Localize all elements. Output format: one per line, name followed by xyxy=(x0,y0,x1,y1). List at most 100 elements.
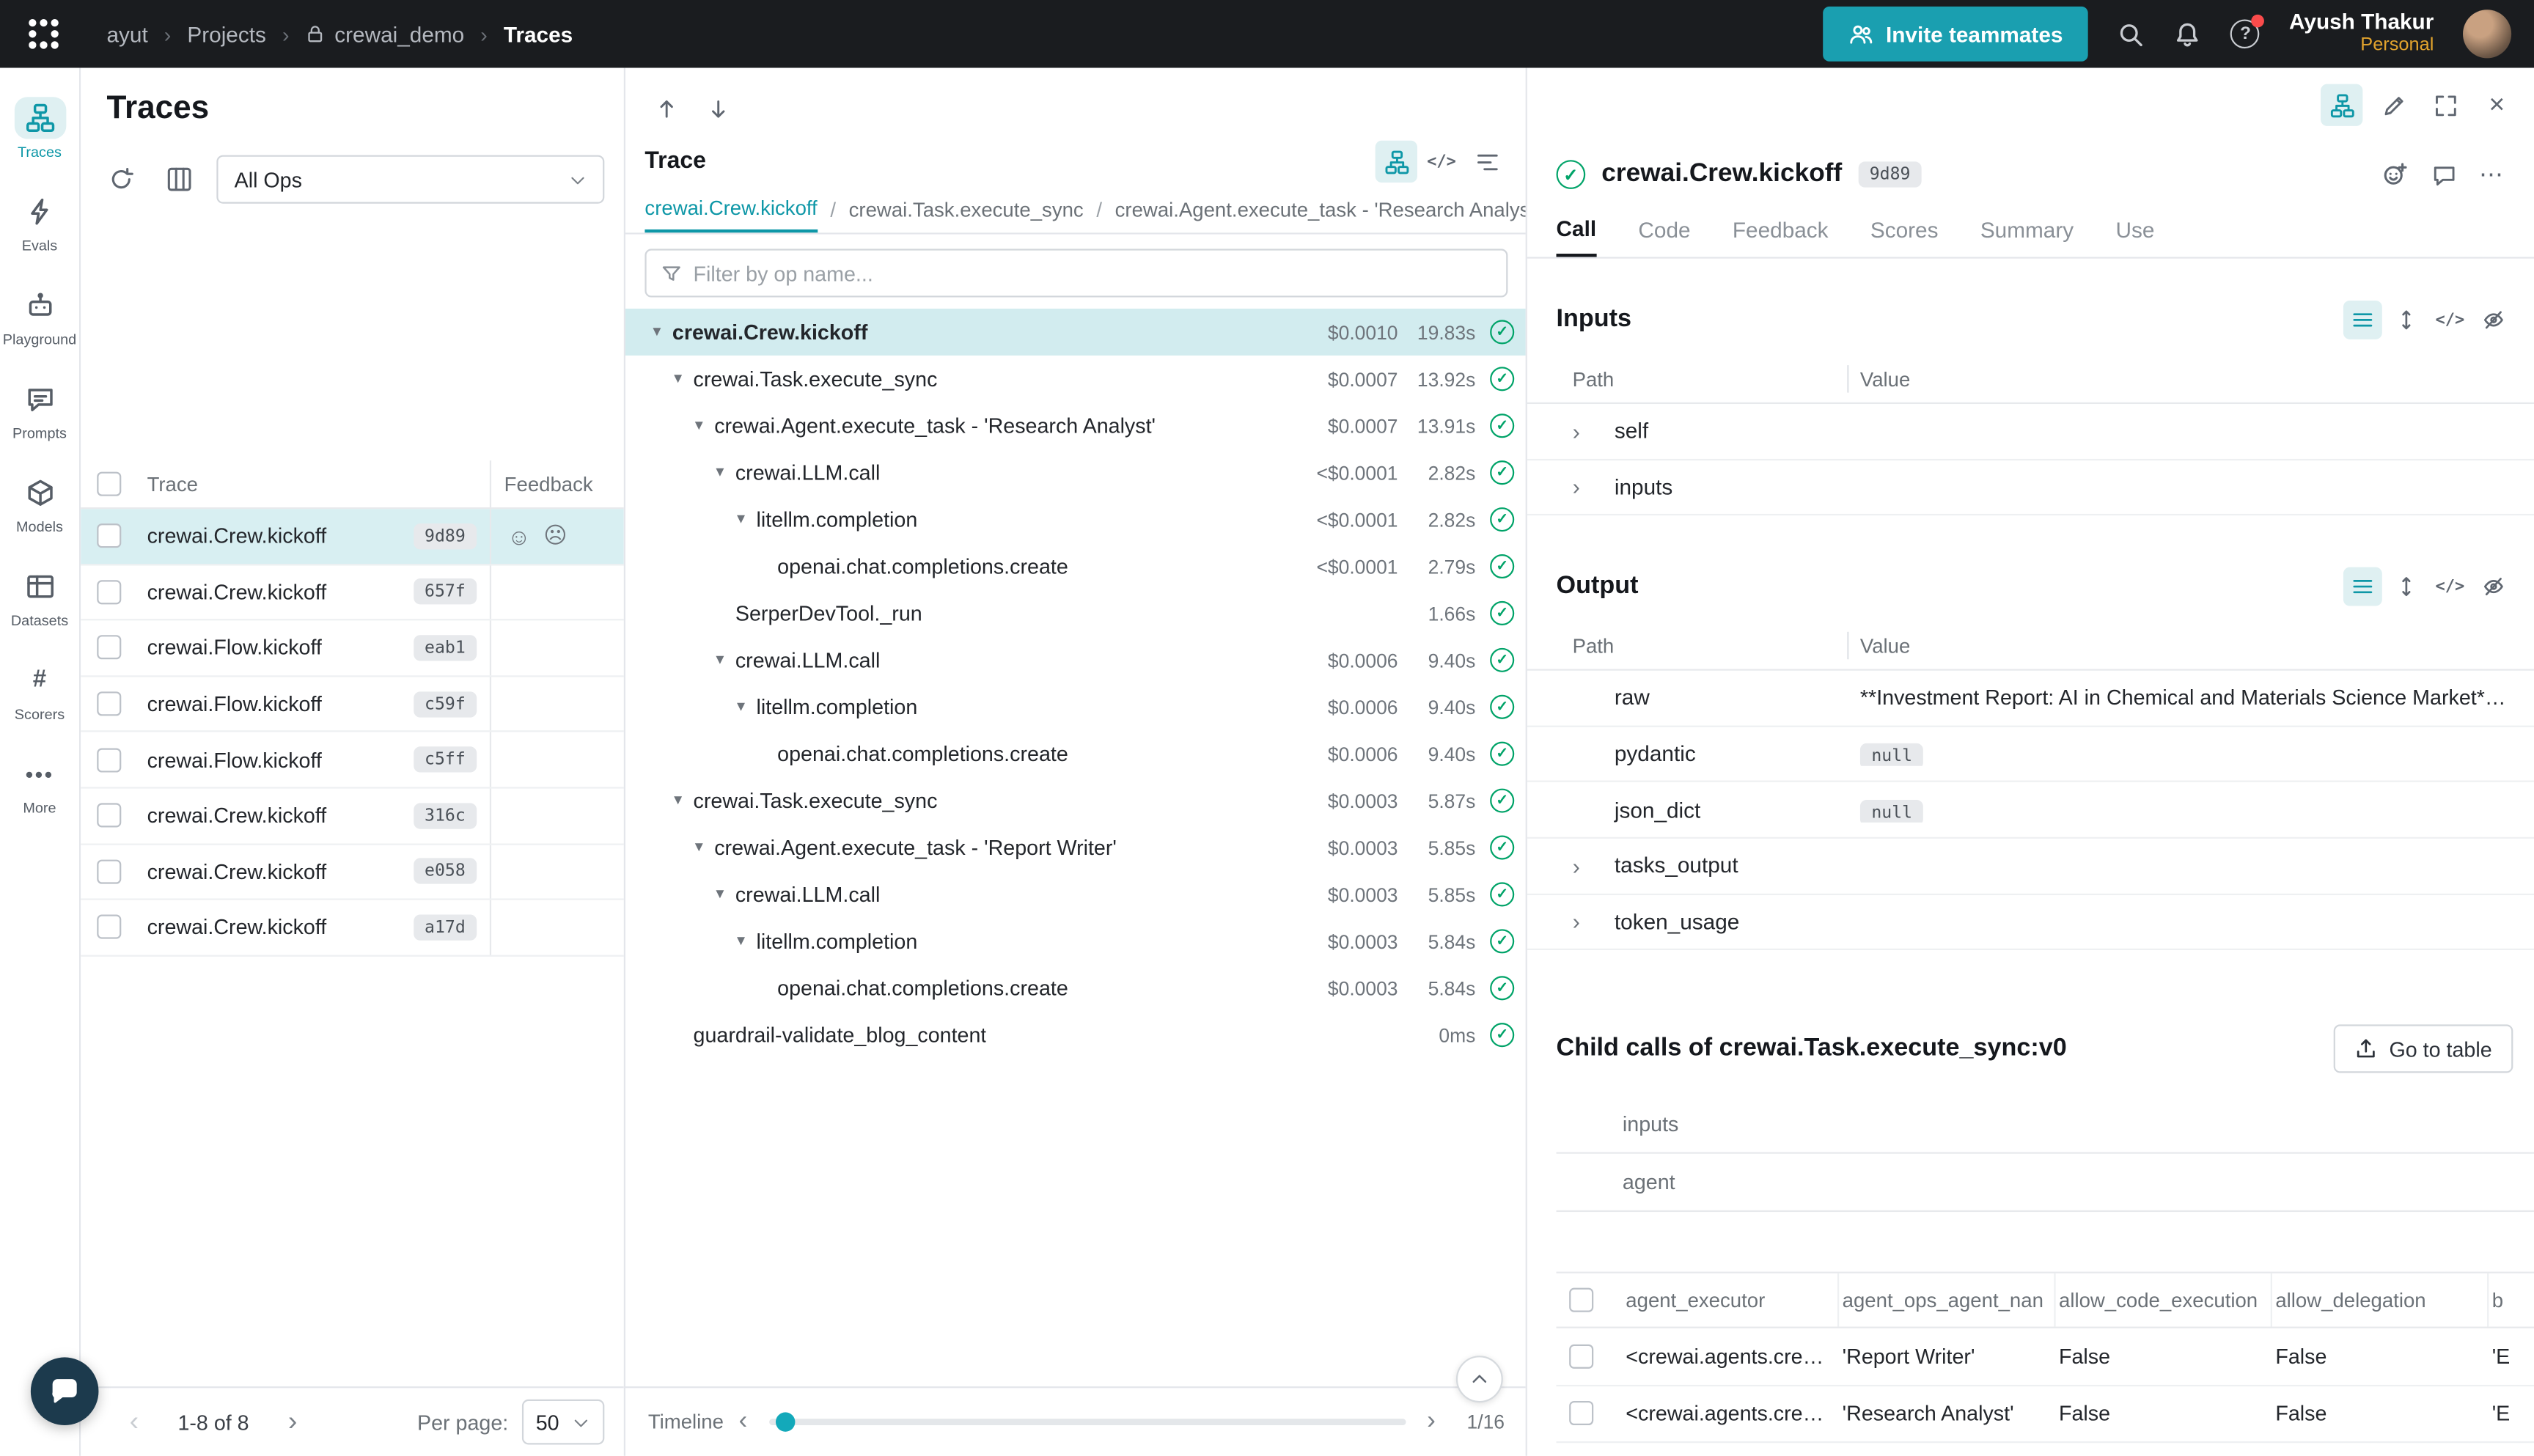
expand-rows-icon[interactable] xyxy=(2387,567,2425,606)
timeline-slider[interactable] xyxy=(769,1419,1406,1425)
chevron-down-icon[interactable]: ▾ xyxy=(729,933,753,950)
table-row[interactable]: crewai.Crew.kickoff a17d xyxy=(81,900,624,956)
column-header[interactable]: allow_delegation xyxy=(2272,1273,2489,1327)
tab-summary[interactable]: Summary xyxy=(1980,204,2074,257)
trace-tree-row[interactable]: ▾ crewai.LLM.call $0.0006 9.40s ✓ xyxy=(625,636,1527,683)
sidebar-item-evals[interactable]: Evals xyxy=(0,174,79,268)
trace-tree-row[interactable]: SerperDevTool._run 1.66s ✓ xyxy=(625,589,1527,636)
add-reaction-icon[interactable] xyxy=(2374,153,2416,195)
child-call-row[interactable]: <crewai.agents.cre… 'Research Analyst' F… xyxy=(1557,1386,2534,1443)
comment-icon[interactable] xyxy=(2423,153,2464,195)
table-row[interactable]: crewai.Flow.kickoff c59f xyxy=(81,677,624,732)
trace-op-link[interactable]: crewai.Flow.kickoff xyxy=(147,748,322,772)
trace-tree-row[interactable]: ▾ crewai.Agent.execute_task - 'Report Wr… xyxy=(625,824,1527,871)
code-view-icon[interactable]: </> xyxy=(2431,567,2469,606)
sidebar-item-playground[interactable]: Playground xyxy=(0,268,79,362)
per-page-select[interactable]: 50 xyxy=(521,1400,604,1445)
next-page-icon[interactable]: › xyxy=(271,1406,313,1438)
row-checkbox[interactable] xyxy=(97,636,121,660)
sidebar-item-datasets[interactable]: Datasets xyxy=(0,549,79,643)
table-row[interactable]: crewai.Crew.kickoff 9d89 ☺ ☹ xyxy=(81,509,624,565)
avatar[interactable] xyxy=(2463,10,2511,58)
refresh-button[interactable] xyxy=(100,158,142,200)
collapse-panel-button[interactable] xyxy=(1456,1356,1503,1402)
trace-tree-row[interactable]: ▾ litellm.completion <$0.0001 2.82s ✓ xyxy=(625,496,1527,543)
trace-tree-row[interactable]: ▾ crewai.Crew.kickoff $0.0010 19.83s ✓ xyxy=(625,309,1527,356)
sidebar-item-models[interactable]: Models xyxy=(0,456,79,550)
invite-teammates-button[interactable]: Invite teammates xyxy=(1823,7,2089,62)
trace-op-link[interactable]: crewai.Crew.kickoff xyxy=(147,916,327,940)
call-id-badge[interactable]: 9d89 xyxy=(1858,161,1922,187)
input-row-inputs[interactable]: › inputs xyxy=(1527,460,2534,515)
thumbs-up-feedback-icon[interactable]: ☺ xyxy=(507,523,531,549)
account-menu[interactable]: Ayush Thakur Personal xyxy=(2289,10,2434,58)
row-checkbox[interactable] xyxy=(97,804,121,828)
op-name-filter-input[interactable] xyxy=(694,261,1492,285)
column-header-feedback[interactable]: Feedback xyxy=(490,460,624,507)
trace-op-link[interactable]: crewai.Flow.kickoff xyxy=(147,692,322,716)
column-header[interactable]: allow_code_execution xyxy=(2056,1273,2272,1327)
tab-use[interactable]: Use xyxy=(2115,204,2154,257)
trace-op-link[interactable]: crewai.Crew.kickoff xyxy=(147,524,327,548)
trace-tree-row[interactable]: openai.chat.completions.create $0.0006 9… xyxy=(625,730,1527,777)
expand-rows-icon[interactable] xyxy=(2387,301,2425,339)
output-row-json-dict[interactable]: json_dict null xyxy=(1527,783,2534,839)
trace-crumb[interactable]: crewai.Agent.execute_task - 'Research An… xyxy=(1115,188,1527,233)
select-all-checkbox[interactable] xyxy=(97,472,121,496)
chevron-down-icon[interactable]: ▾ xyxy=(729,510,753,528)
trace-tree-row[interactable]: ▾ crewai.LLM.call <$0.0001 2.82s ✓ xyxy=(625,449,1527,496)
tab-code[interactable]: Code xyxy=(1638,204,1690,257)
hide-values-eye-icon[interactable] xyxy=(2474,301,2513,339)
prev-call-arrow-icon[interactable] xyxy=(644,87,686,129)
prev-page-icon[interactable]: ‹ xyxy=(113,1406,155,1438)
chevron-right-icon[interactable]: › xyxy=(1573,418,1602,444)
tab-call[interactable]: Call xyxy=(1557,204,1597,257)
trace-tree-row[interactable]: ▾ crewai.LLM.call $0.0003 5.85s ✓ xyxy=(625,871,1527,918)
chevron-down-icon[interactable]: ▾ xyxy=(666,370,690,388)
ops-filter-select[interactable]: All Ops xyxy=(216,155,604,204)
row-checkbox[interactable] xyxy=(97,859,121,883)
chevron-down-icon[interactable]: ▾ xyxy=(687,417,711,435)
code-view-icon[interactable]: </> xyxy=(2431,301,2469,339)
row-checkbox[interactable] xyxy=(1569,1402,1593,1426)
row-checkbox[interactable] xyxy=(97,748,121,772)
chevron-down-icon[interactable]: ▾ xyxy=(708,464,732,482)
show-trace-tree-button[interactable] xyxy=(2321,84,2362,126)
output-row-token-usage[interactable]: › token_usage xyxy=(1527,894,2534,950)
chevron-down-icon[interactable]: ▾ xyxy=(708,886,732,903)
trace-crumb[interactable]: crewai.Crew.kickoff xyxy=(644,188,817,233)
flame-view-button[interactable] xyxy=(1466,141,1507,183)
trace-crumb[interactable]: crewai.Task.execute_sync xyxy=(849,188,1084,233)
sidebar-item-prompts[interactable]: Prompts xyxy=(0,362,79,456)
select-all-checkbox[interactable] xyxy=(1569,1288,1593,1312)
trace-tree-row[interactable]: ▾ crewai.Task.execute_sync $0.0007 13.92… xyxy=(625,356,1527,402)
input-row-self[interactable]: › self xyxy=(1527,404,2534,460)
trace-tree-row[interactable]: guardrail-validate_blog_content 0ms ✓ xyxy=(625,1012,1527,1059)
trace-tree-row[interactable]: ▾ crewai.Agent.execute_task - 'Research … xyxy=(625,402,1527,449)
tab-feedback[interactable]: Feedback xyxy=(1733,204,1829,257)
table-row[interactable]: crewai.Crew.kickoff e058 xyxy=(81,845,624,900)
column-settings-button[interactable] xyxy=(158,158,200,200)
trace-op-link[interactable]: crewai.Crew.kickoff xyxy=(147,804,327,828)
wandb-logo[interactable] xyxy=(23,13,65,55)
table-row[interactable]: crewai.Crew.kickoff 316c xyxy=(81,789,624,845)
row-checkbox[interactable] xyxy=(97,524,121,548)
tree-view-button[interactable] xyxy=(1376,141,1417,183)
column-header-trace[interactable]: Trace xyxy=(147,473,198,496)
chevron-right-icon[interactable]: › xyxy=(1573,908,1602,934)
output-row-pydantic[interactable]: pydantic null xyxy=(1527,727,2534,782)
chevron-down-icon[interactable]: ▾ xyxy=(708,651,732,669)
chevron-down-icon[interactable]: ▾ xyxy=(729,698,753,716)
trace-op-link[interactable]: crewai.Crew.kickoff xyxy=(147,580,327,604)
notifications-bell-icon[interactable] xyxy=(2175,21,2202,48)
code-view-button[interactable]: </> xyxy=(1420,141,1462,183)
timeline-prev-icon[interactable]: ‹ xyxy=(724,1408,763,1437)
column-header[interactable]: agent_ops_agent_nan xyxy=(1839,1273,2055,1327)
timeline-slider-handle[interactable] xyxy=(775,1412,794,1431)
row-checkbox[interactable] xyxy=(1569,1345,1593,1369)
breadcrumb-project[interactable]: crewai_demo xyxy=(306,22,465,46)
output-row-raw[interactable]: raw **Investment Report: AI in Chemical … xyxy=(1527,671,2534,727)
sidebar-item-traces[interactable]: Traces xyxy=(0,81,79,174)
overflow-menu-icon[interactable]: ⋯ xyxy=(2471,153,2513,195)
tab-scores[interactable]: Scores xyxy=(1870,204,1939,257)
